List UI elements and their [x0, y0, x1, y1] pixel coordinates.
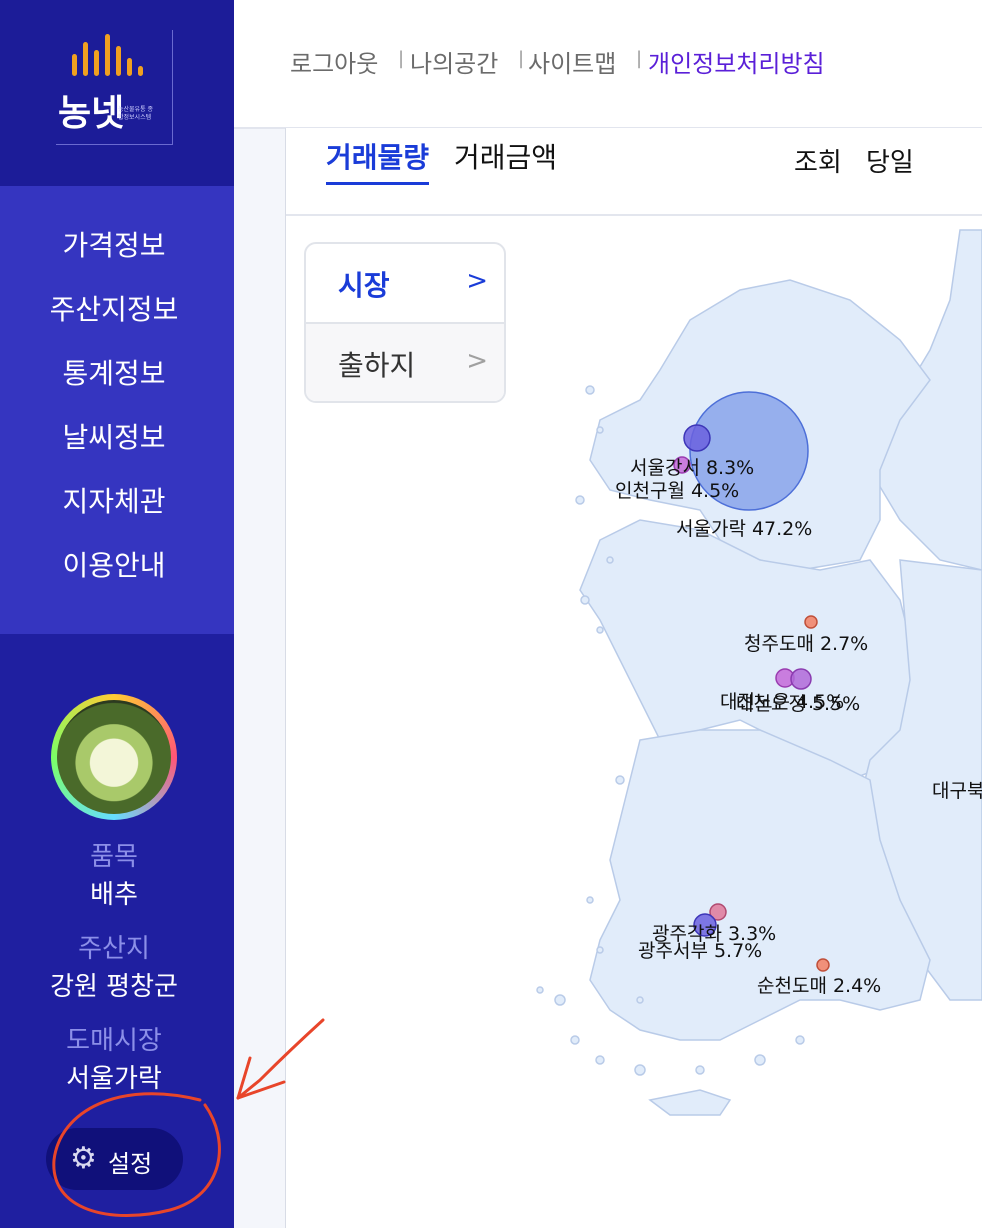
settings-button[interactable]: ⚙ 설정	[46, 1128, 183, 1190]
chevron-right-icon: >	[466, 266, 488, 296]
map-marker-seoul-gangseo[interactable]	[683, 424, 711, 452]
market-value: 서울가락	[66, 1064, 162, 1094]
map-marker-cheongju[interactable]	[804, 615, 818, 629]
filter-market[interactable]: 시장 >	[306, 244, 504, 322]
nav-stats-info[interactable]: 통계정보	[0, 352, 228, 392]
annotation-arrowhead	[236, 1080, 286, 1100]
nav-weather-info[interactable]: 날씨정보	[0, 416, 228, 456]
tab-trade-volume[interactable]: 거래물량	[326, 136, 430, 185]
sitemap-link[interactable]: 사이트맵	[528, 44, 616, 79]
map-label-daegu: 대구북	[932, 780, 982, 802]
main-nav: 가격정보 주산지정보 통계정보 날씨정보 지자체관 이용안내	[0, 186, 234, 634]
map-label-gwangju-seobu: 광주서부 5.7%	[638, 940, 762, 962]
sidebar: 농넷 농산물유통 종합정보시스템 가격정보 주산지정보 통계정보 날씨정보 지자…	[0, 0, 234, 1228]
filter-shipping-label: 출하지	[338, 349, 416, 382]
filter-panel: 시장 > 출하지 >	[304, 242, 506, 403]
top-header: 로그아웃 | 나의공간 | 사이트맵 | 개인정보처리방침	[234, 0, 982, 129]
logo-subtitle: 농산물유통 종합정보시스템	[118, 106, 154, 121]
logout-link[interactable]: 로그아웃	[290, 44, 378, 79]
annotation-arrowhead	[236, 1056, 252, 1100]
map-label-seoul-garak: 서울가락 47.2%	[676, 518, 812, 540]
nav-origin-info[interactable]: 주산지정보	[0, 288, 228, 328]
map-label-cheongju: 청주도매 2.7%	[744, 633, 868, 655]
settings-label: 설정	[108, 1150, 153, 1178]
header-separator: |	[398, 48, 405, 69]
filter-shipping[interactable]: 출하지 >	[306, 322, 504, 401]
tab-trade-amount[interactable]: 거래금액	[454, 136, 557, 176]
nav-guide[interactable]: 이용안내	[0, 544, 228, 584]
tabs-bar: 거래물량 거래금액 조회 당일	[286, 128, 982, 216]
item-avatar[interactable]	[51, 694, 177, 820]
item-label: 품목	[90, 842, 138, 872]
my-space-link[interactable]: 나의공간	[410, 44, 498, 79]
nav-local-gov[interactable]: 지자체관	[0, 480, 228, 520]
map-marker-daejeon-ojeong[interactable]	[790, 668, 812, 690]
chevron-right-icon: >	[466, 346, 488, 376]
map-label-suncheon: 순천도매 2.4%	[757, 975, 881, 997]
market-label: 도매시장	[66, 1026, 162, 1056]
map-marker-suncheon[interactable]	[816, 958, 830, 972]
header-separator: |	[518, 48, 525, 69]
header-separator: |	[636, 48, 643, 69]
origin-label: 주산지	[78, 934, 150, 964]
period-selector[interactable]: 당일	[866, 142, 914, 179]
filter-market-label: 시장	[338, 269, 390, 302]
query-label: 조회	[794, 148, 842, 178]
logo-area: 농넷 농산물유통 종합정보시스템	[0, 0, 234, 186]
map-label-daejeon-ojeong: 대전오정 5.5%	[736, 693, 860, 715]
map-label-incheon-guwol: 인천구월 4.5%	[615, 480, 739, 502]
nav-price-info[interactable]: 가격정보	[0, 224, 228, 264]
privacy-policy-link[interactable]: 개인정보처리방침	[648, 44, 825, 79]
map-label-seoul-gangseo: 서울강서 8.3%	[630, 457, 754, 479]
gear-icon: ⚙	[70, 1141, 97, 1176]
origin-value: 강원 평창군	[50, 972, 178, 1002]
logo-brand: 농넷	[58, 93, 125, 134]
item-value: 배추	[90, 880, 138, 910]
cabbage-image	[57, 700, 171, 814]
nongnet-logo[interactable]: 농넷 농산물유통 종합정보시스템	[56, 30, 173, 145]
